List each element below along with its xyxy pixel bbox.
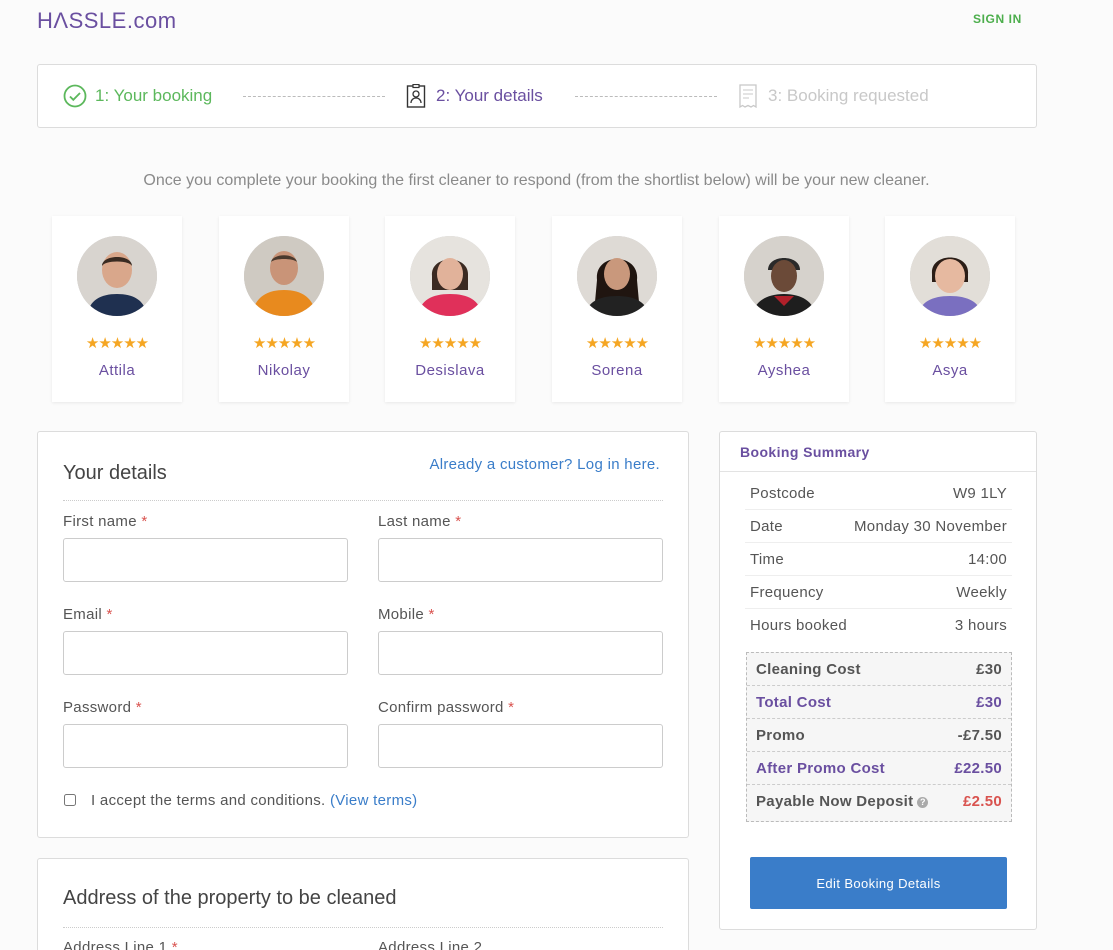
first-name-label: First name * (63, 513, 148, 530)
receipt-icon (736, 84, 760, 108)
rating-stars: ★★★★★ (418, 335, 482, 352)
view-terms-link[interactable]: (View terms) (330, 792, 418, 809)
address-line-2-label: Address Line 2 (378, 939, 483, 950)
rating-stars: ★★★★★ (85, 335, 149, 352)
cleaner-card-sorena[interactable]: ★★★★★ Sorena (552, 216, 682, 402)
step-your-details: 2: Your details (404, 65, 543, 127)
step-label: 3: Booking requested (768, 86, 929, 105)
cleaner-name: Asya (932, 362, 968, 379)
summary-title: Booking Summary (720, 432, 1036, 472)
customer-login-link[interactable]: Already a customer? Log in here. (429, 456, 660, 473)
logo[interactable]: HΛSSLE.com (37, 8, 177, 34)
check-circle-icon (63, 84, 87, 108)
mobile-input[interactable] (378, 631, 663, 675)
cleaner-card-ayshea[interactable]: ★★★★★ Ayshea (719, 216, 849, 402)
cleaner-card-attila[interactable]: ★★★★★ Attila (52, 216, 182, 402)
avatar (410, 236, 490, 316)
booking-summary-panel: Booking Summary Postcode W9 1LY Date Monda… (719, 431, 1037, 930)
after-promo-cost-row: After Promo Cost £22.50 (747, 752, 1011, 785)
cleaner-name: Attila (98, 362, 136, 379)
avatar (910, 236, 990, 316)
cleaner-card-desislava[interactable]: ★★★★★ Desislava (385, 216, 515, 402)
promo-row: Promo -£7.50 (747, 719, 1011, 752)
your-details-panel: Your details Already a customer? Log in … (37, 431, 689, 838)
cleaner-card-asya[interactable]: ★★★★★ Asya (885, 216, 1015, 402)
step-label: 2: Your details (436, 86, 543, 105)
email-label: Email * (63, 606, 113, 623)
step-divider (243, 96, 385, 97)
password-input[interactable] (63, 724, 348, 768)
summary-row-hours: Hours booked 3 hours (750, 617, 1007, 634)
confirm-password-input[interactable] (378, 724, 663, 768)
rating-stars: ★★★★★ (918, 335, 982, 352)
step-label: 1: Your booking (95, 86, 213, 105)
total-cost-row: Total Cost £30 (747, 686, 1011, 719)
avatar (244, 236, 324, 316)
cost-breakdown: Cleaning Cost £30 Total Cost £30 Promo -£7.… (746, 652, 1012, 822)
cleaner-name: Desislava (415, 362, 485, 379)
first-name-input[interactable] (63, 538, 348, 582)
avatar (577, 236, 657, 316)
rating-stars: ★★★★★ (252, 335, 316, 352)
cleaner-name: Ayshea (757, 362, 811, 379)
summary-row-postcode: Postcode W9 1LY (745, 477, 1012, 510)
email-input[interactable] (63, 631, 348, 675)
intro-text: Once you complete your booking the first… (143, 172, 930, 189)
summary-row-date: Date Monday 30 November (745, 510, 1012, 543)
divider (63, 927, 663, 928)
step-booking-requested: 3: Booking requested (736, 65, 929, 127)
step-divider (575, 96, 717, 97)
last-name-input[interactable] (378, 538, 663, 582)
rating-stars: ★★★★★ (585, 335, 649, 352)
avatar (77, 236, 157, 316)
confirm-password-label: Confirm password * (378, 699, 515, 716)
last-name-label: Last name * (378, 513, 462, 530)
cleaner-name: Nikolay (257, 362, 311, 379)
panel-title: Address of the property to be cleaned (63, 887, 397, 909)
sign-in-link[interactable]: SIGN IN (973, 12, 1022, 26)
avatar (744, 236, 824, 316)
address-line-1-label: Address Line 1 * (63, 939, 178, 950)
address-panel: Address of the property to be cleaned Ad… (37, 858, 689, 950)
summary-row-time: Time 14:00 (745, 543, 1012, 576)
deposit-row: Payable Now Deposit? £2.50 (756, 793, 1002, 810)
cleaner-name: Sorena (591, 362, 643, 379)
mobile-label: Mobile * (378, 606, 435, 623)
accept-terms-checkbox[interactable] (64, 794, 76, 806)
cleaning-cost-row: Cleaning Cost £30 (747, 653, 1011, 686)
id-badge-icon (404, 84, 428, 108)
info-icon[interactable]: ? (917, 797, 929, 808)
edit-booking-details-button[interactable]: Edit Booking Details (750, 857, 1007, 909)
cleaner-card-nikolay[interactable]: ★★★★★ Nikolay (219, 216, 349, 402)
rating-stars: ★★★★★ (752, 335, 816, 352)
terms-text: I accept the terms and conditions. (View… (91, 792, 418, 809)
divider (63, 500, 663, 501)
booking-steps: 1: Your booking 2: Your details 3: Booki… (37, 64, 1037, 128)
panel-title: Your details (63, 462, 167, 484)
summary-row-frequency: Frequency Weekly (745, 576, 1012, 609)
step-your-booking: 1: Your booking (63, 65, 212, 127)
password-label: Password * (63, 699, 142, 716)
